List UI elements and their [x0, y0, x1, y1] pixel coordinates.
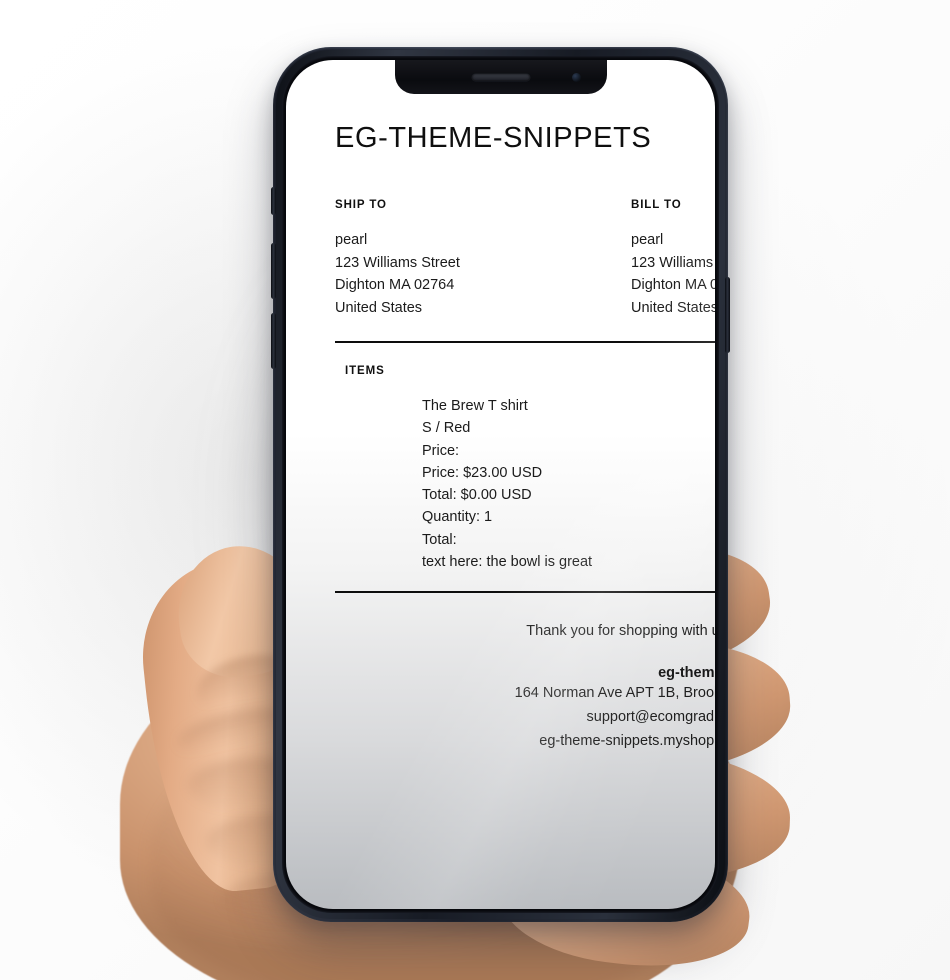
item-line: S / Red	[422, 420, 471, 437]
phone-screen[interactable]: EG-THEME-SNIPPETS SHIP TO pearl 123 Will…	[286, 60, 715, 909]
footer-store-block: eg-theme-snippets 164 Norman Ave APT 1B,…	[286, 665, 715, 753]
power-button[interactable]	[725, 277, 730, 353]
invoice-page: EG-THEME-SNIPPETS SHIP TO pearl 123 Will…	[286, 60, 715, 909]
display-notch	[394, 60, 607, 94]
items-list: The Brew T shirt S / Red Price: Price: $…	[422, 395, 715, 573]
ship-to-line: pearl	[335, 232, 368, 248]
footer-support-email[interactable]: support@ecomgraduates.com	[286, 705, 715, 729]
front-camera-icon	[571, 73, 581, 82]
footer-store-address: 164 Norman Ave APT 1B, Brooklyn NY 11222	[514, 685, 715, 702]
divider-top	[335, 341, 715, 343]
items-heading: ITEMS	[345, 365, 385, 377]
volume-down-button[interactable]	[271, 313, 276, 369]
ship-to-line: Dighton MA 02764	[335, 277, 455, 293]
bill-to-heading: BILL TO	[631, 199, 682, 211]
ship-to-line: 123 Williams Street	[335, 254, 460, 271]
divider-bottom	[335, 591, 715, 594]
bill-to-line: United States	[631, 299, 715, 316]
bill-to-block: BILL TO pearl 123 Williams Street Dighto…	[631, 199, 715, 319]
volume-up-button[interactable]	[271, 243, 276, 299]
item-line: Price: $23.00 USD	[422, 464, 543, 481]
page-title: EG-THEME-SNIPPETS	[335, 122, 652, 154]
ship-to-heading: SHIP TO	[335, 199, 387, 211]
bill-to-line: 123 Williams Street	[631, 254, 715, 271]
bill-to-line: pearl	[631, 232, 664, 248]
footer-thanks-text: Thank you for shopping with us	[526, 623, 715, 640]
footer-website-url[interactable]: eg-theme-snippets.myshopify.com	[286, 729, 715, 753]
item-line: Quantity: 1	[422, 509, 493, 526]
bill-to-line: Dighton MA 02764	[631, 277, 715, 293]
item-line: Total: $0.00 USD	[422, 487, 532, 504]
address-row: SHIP TO pearl 123 Williams Street Dighto…	[335, 199, 715, 327]
item-line: Total:	[422, 531, 457, 548]
invoice-footer: Thank you for shopping with us eg-theme-…	[286, 623, 715, 753]
item-line: text here: the bowl is great	[422, 554, 593, 571]
earpiece-speaker-icon	[471, 74, 530, 81]
item-line: The Brew T shirt	[422, 398, 528, 414]
footer-store-name: eg-theme-snippets	[658, 665, 715, 682]
mute-switch[interactable]	[271, 187, 276, 215]
smartphone-device: EG-THEME-SNIPPETS SHIP TO pearl 123 Will…	[271, 47, 730, 922]
scene-backdrop: EG-THEME-SNIPPETS SHIP TO pearl 123 Will…	[0, 0, 950, 980]
ship-to-block: SHIP TO pearl 123 Williams Street Dighto…	[335, 199, 460, 319]
item-line: Price:	[422, 442, 460, 459]
ship-to-line: United States	[335, 299, 423, 316]
